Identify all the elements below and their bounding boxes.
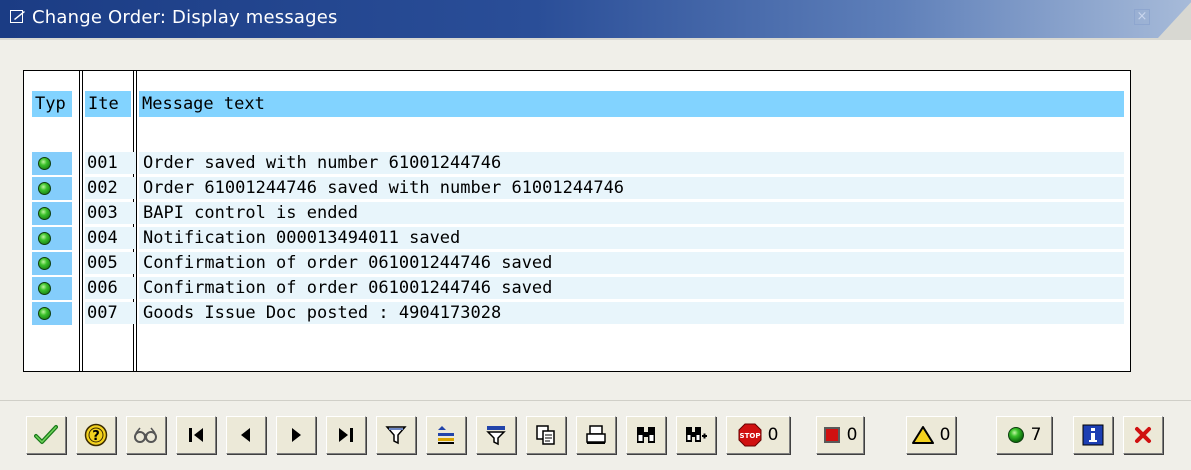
print-button[interactable]: [576, 416, 616, 454]
item-cell: 003: [85, 202, 136, 224]
message-table: Typ Ite Message text 001 Order saved wit…: [23, 70, 1131, 372]
warning-messages-button[interactable]: 0: [906, 416, 956, 454]
cancel-icon: [1133, 425, 1153, 445]
success-icon: [1007, 426, 1025, 444]
status-cell: [32, 302, 72, 325]
help-button[interactable]: ?: [76, 416, 116, 454]
item-cell: 005: [85, 252, 136, 274]
last-page-button[interactable]: [326, 416, 366, 454]
previous-page-button[interactable]: [226, 416, 266, 454]
message-text-cell: Notification 000013494011 saved: [139, 227, 1124, 249]
set-filter-button[interactable]: [476, 416, 516, 454]
technical-info-icon: [133, 425, 159, 445]
info-button[interactable]: [1073, 416, 1113, 454]
previous-page-icon: [236, 425, 256, 445]
status-cell: [32, 277, 72, 300]
table-row[interactable]: 006 Confirmation of order 061001244746 s…: [24, 275, 1130, 300]
table-row[interactable]: 004 Notification 000013494011 saved: [24, 225, 1130, 250]
info-icon: [1082, 424, 1104, 446]
column-header-item[interactable]: Ite: [85, 91, 131, 117]
window-close-icon[interactable]: ×: [1134, 9, 1150, 25]
green-light-icon: [38, 257, 51, 270]
table-row[interactable]: 007 Goods Issue Doc posted : 4904173028: [24, 300, 1130, 325]
cancel-button[interactable]: [1123, 416, 1163, 454]
item-cell: 006: [85, 277, 136, 299]
message-toolbar: ? STOP 0 0 0 7: [0, 400, 1191, 470]
message-text-cell: Order saved with number 61001244746: [139, 152, 1124, 174]
green-light-icon: [38, 157, 51, 170]
green-light-icon: [38, 182, 51, 195]
svg-text:?: ?: [92, 429, 100, 444]
set-filter-icon: [485, 424, 507, 446]
error-count: 0: [846, 425, 858, 445]
table-row[interactable]: 002 Order 61001244746 saved with number …: [24, 175, 1130, 200]
continue-button[interactable]: [26, 416, 66, 454]
column-header-type[interactable]: Typ: [32, 91, 72, 117]
warning-count: 0: [939, 425, 951, 445]
find-icon: [635, 424, 657, 446]
first-page-button[interactable]: [176, 416, 216, 454]
message-text-cell: Order 61001244746 saved with number 6100…: [139, 177, 1124, 199]
status-cell: [32, 202, 72, 225]
status-cell: [32, 227, 72, 250]
window-title: Change Order: Display messages: [32, 7, 338, 28]
stop-count: 0: [767, 425, 779, 445]
green-light-icon: [38, 207, 51, 220]
success-count: 7: [1030, 425, 1042, 445]
filter-button[interactable]: [376, 416, 416, 454]
continue-check-icon: [34, 424, 58, 446]
technical-info-button[interactable]: [126, 416, 166, 454]
sort-icon: [435, 424, 457, 446]
stop-messages-button[interactable]: STOP 0: [726, 416, 790, 454]
table-row[interactable]: 005 Confirmation of order 061001244746 s…: [24, 250, 1130, 275]
copy-button[interactable]: [526, 416, 566, 454]
error-icon: [823, 426, 841, 444]
print-icon: [585, 424, 607, 446]
window-menu-icon[interactable]: [10, 10, 26, 24]
success-messages-button[interactable]: 7: [996, 416, 1052, 454]
warning-icon: [911, 425, 934, 445]
status-cell: [32, 252, 72, 275]
table-row[interactable]: 001 Order saved with number 61001244746: [24, 150, 1130, 175]
last-page-icon: [336, 425, 356, 445]
find-next-button[interactable]: [676, 416, 716, 454]
next-page-button[interactable]: [276, 416, 316, 454]
find-next-icon: [685, 424, 707, 446]
green-light-icon: [38, 307, 51, 320]
message-text-cell: Goods Issue Doc posted : 4904173028: [139, 302, 1124, 324]
status-cell: [32, 152, 72, 175]
green-light-icon: [38, 282, 51, 295]
item-cell: 007: [85, 302, 136, 324]
item-cell: 004: [85, 227, 136, 249]
message-text-cell: BAPI control is ended: [139, 202, 1124, 224]
error-messages-button[interactable]: 0: [816, 416, 864, 454]
filter-icon: [385, 424, 407, 446]
green-light-icon: [38, 232, 51, 245]
copy-icon: [535, 424, 557, 446]
stop-icon: STOP: [738, 423, 762, 447]
item-cell: 001: [85, 152, 136, 174]
status-cell: [32, 177, 72, 200]
message-rows: 001 Order saved with number 61001244746 …: [24, 150, 1130, 325]
first-page-icon: [186, 425, 206, 445]
column-header-message-text[interactable]: Message text: [139, 91, 1124, 117]
help-icon: ?: [84, 423, 108, 447]
find-button[interactable]: [626, 416, 666, 454]
title-bar: Change Order: Display messages ×: [0, 0, 1191, 40]
message-text-cell: Confirmation of order 061001244746 saved: [139, 277, 1124, 299]
item-cell: 002: [85, 177, 136, 199]
next-page-icon: [286, 425, 306, 445]
sort-button[interactable]: [426, 416, 466, 454]
table-row[interactable]: 003 BAPI control is ended: [24, 200, 1130, 225]
message-text-cell: Confirmation of order 061001244746 saved: [139, 252, 1124, 274]
svg-text:STOP: STOP: [739, 432, 760, 440]
